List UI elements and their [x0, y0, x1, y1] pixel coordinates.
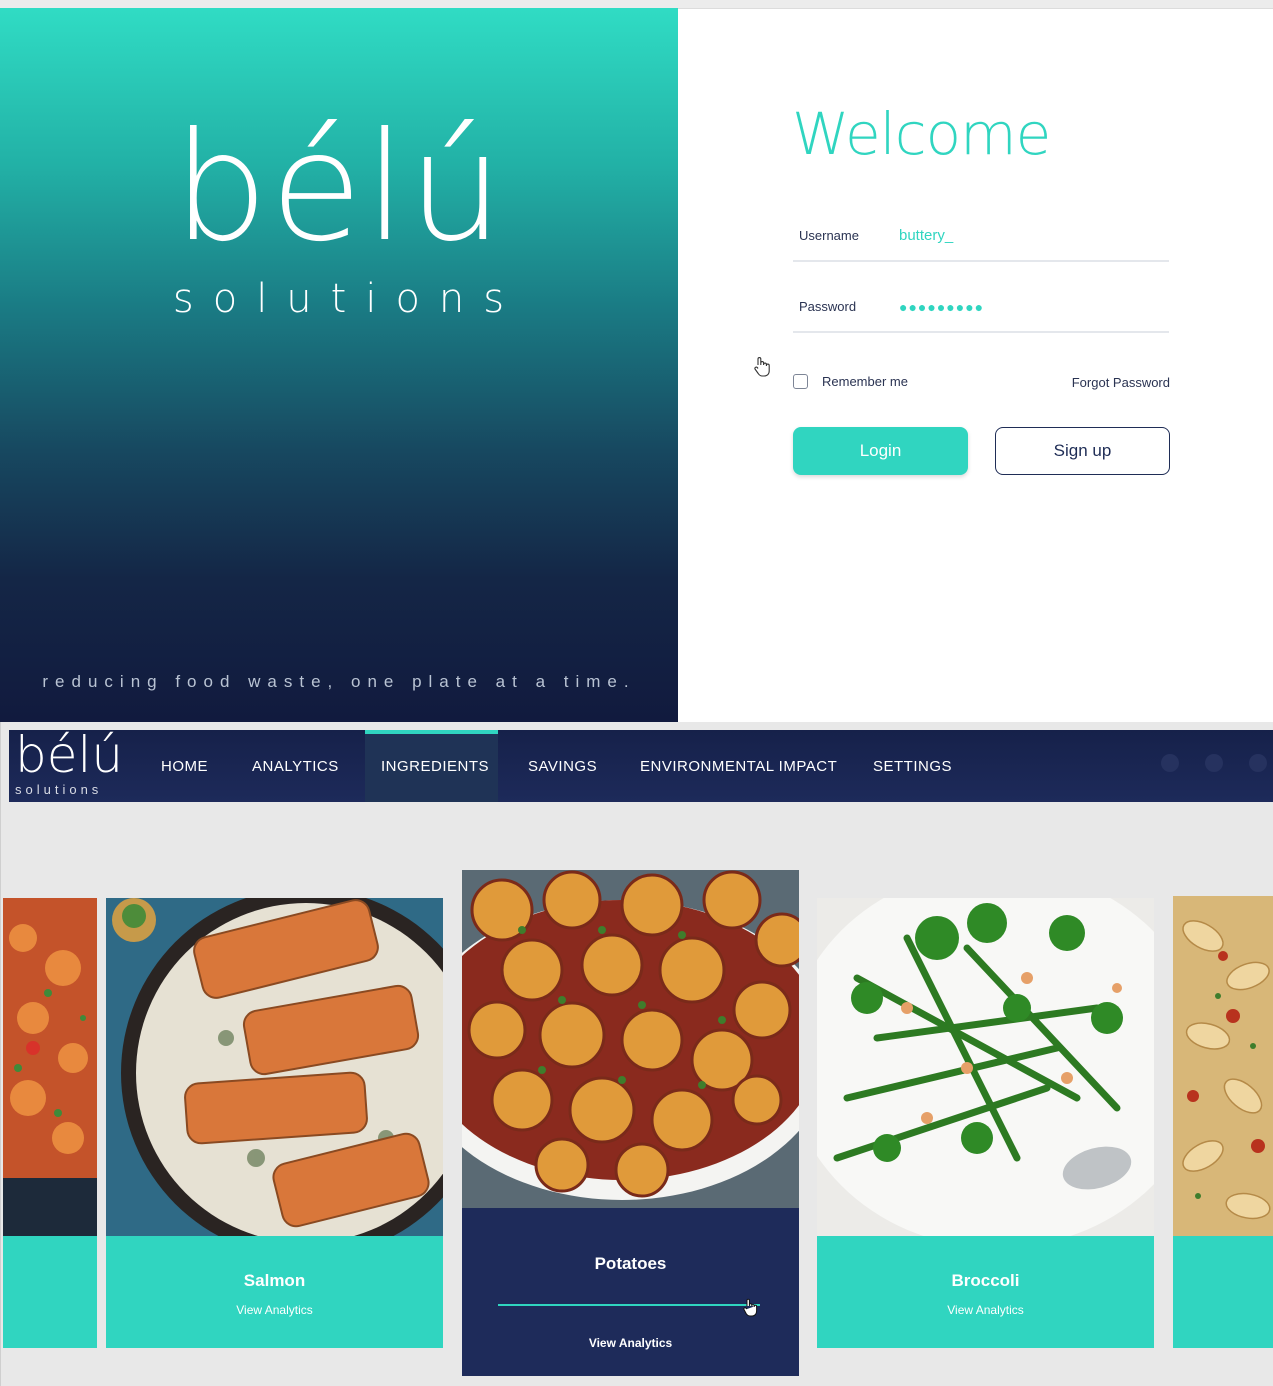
view-analytics-link[interactable]: View Analytics [817, 1303, 1154, 1317]
hand-pointer-icon [743, 1298, 758, 1317]
nav-item-analytics[interactable]: ANALYTICS [252, 730, 339, 802]
nav-item-ingredients[interactable]: INGREDIENTS [381, 730, 489, 802]
bell-icon[interactable] [1205, 754, 1223, 772]
pasta-image [1173, 896, 1273, 1236]
welcome-heading: Welcome [792, 100, 1051, 168]
nav-item-environmental-impact[interactable]: ENVIRONMENTAL IMPACT [640, 730, 837, 802]
ingredient-card-potatoes[interactable]: Potatoes View Analytics [462, 870, 799, 1376]
password-field[interactable]: Password ●●●●●●●●● [793, 293, 1169, 333]
login-button[interactable]: Login [793, 427, 968, 475]
top-nav: bélú solutions HOME ANALYTICS INGREDIENT… [9, 726, 1273, 802]
nav-logo-wordmark: bélú [15, 726, 124, 784]
ingredient-title: Potatoes [594, 1254, 667, 1273]
ingredient-card-rice[interactable] [3, 898, 97, 1348]
ingredient-title: Salmon [243, 1271, 306, 1290]
view-analytics-link[interactable]: View Analytics [462, 1336, 799, 1350]
ingredient-card-broccoli[interactable]: Broccoli View Analytics [817, 898, 1154, 1348]
potatoes-image [462, 870, 799, 1208]
remember-label: Remember me [822, 374, 908, 389]
rice-image [3, 898, 97, 1236]
remember-checkbox[interactable] [793, 374, 808, 389]
password-input[interactable]: ●●●●●●●●● [899, 299, 984, 315]
view-analytics-link[interactable]: View Analytics [106, 1303, 443, 1317]
forgot-password-link[interactable]: Forgot Password [1060, 375, 1170, 390]
nav-item-savings[interactable]: SAVINGS [528, 730, 597, 802]
ingredient-card-salmon[interactable]: Salmon View Analytics [106, 898, 443, 1348]
nav-logo[interactable]: bélú solutions [13, 726, 123, 798]
logo-wordmark: bélú [172, 101, 506, 275]
password-label: Password [799, 299, 857, 314]
nav-item-settings[interactable]: SETTINGS [873, 730, 952, 802]
broccoli-image [817, 898, 1154, 1236]
nav-logo-subtitle: solutions [15, 782, 103, 797]
nav-item-home[interactable]: HOME [161, 730, 208, 802]
signup-button[interactable]: Sign up [995, 427, 1170, 475]
ingredient-card-pasta[interactable] [1173, 896, 1273, 1348]
hand-cursor-icon [754, 357, 770, 377]
remember-me[interactable]: Remember me [793, 374, 908, 389]
user-icon[interactable] [1161, 754, 1179, 772]
ingredient-title: Broccoli [951, 1271, 1020, 1290]
login-screen: bélú solutions reducing food waste, one … [0, 0, 1273, 722]
username-field[interactable]: Username buttery_ [793, 222, 1169, 262]
username-label: Username [799, 228, 859, 243]
tagline: reducing food waste, one plate at a time… [42, 672, 636, 691]
logo-subtitle: solutions [172, 276, 524, 322]
salmon-image [106, 898, 443, 1236]
account-icon[interactable] [1249, 754, 1267, 772]
brand-panel: bélú solutions reducing food waste, one … [0, 8, 678, 722]
username-input[interactable]: buttery_ [899, 227, 953, 244]
selection-divider [498, 1304, 760, 1306]
ingredients-screen: bélú solutions HOME ANALYTICS INGREDIENT… [0, 722, 1273, 1386]
